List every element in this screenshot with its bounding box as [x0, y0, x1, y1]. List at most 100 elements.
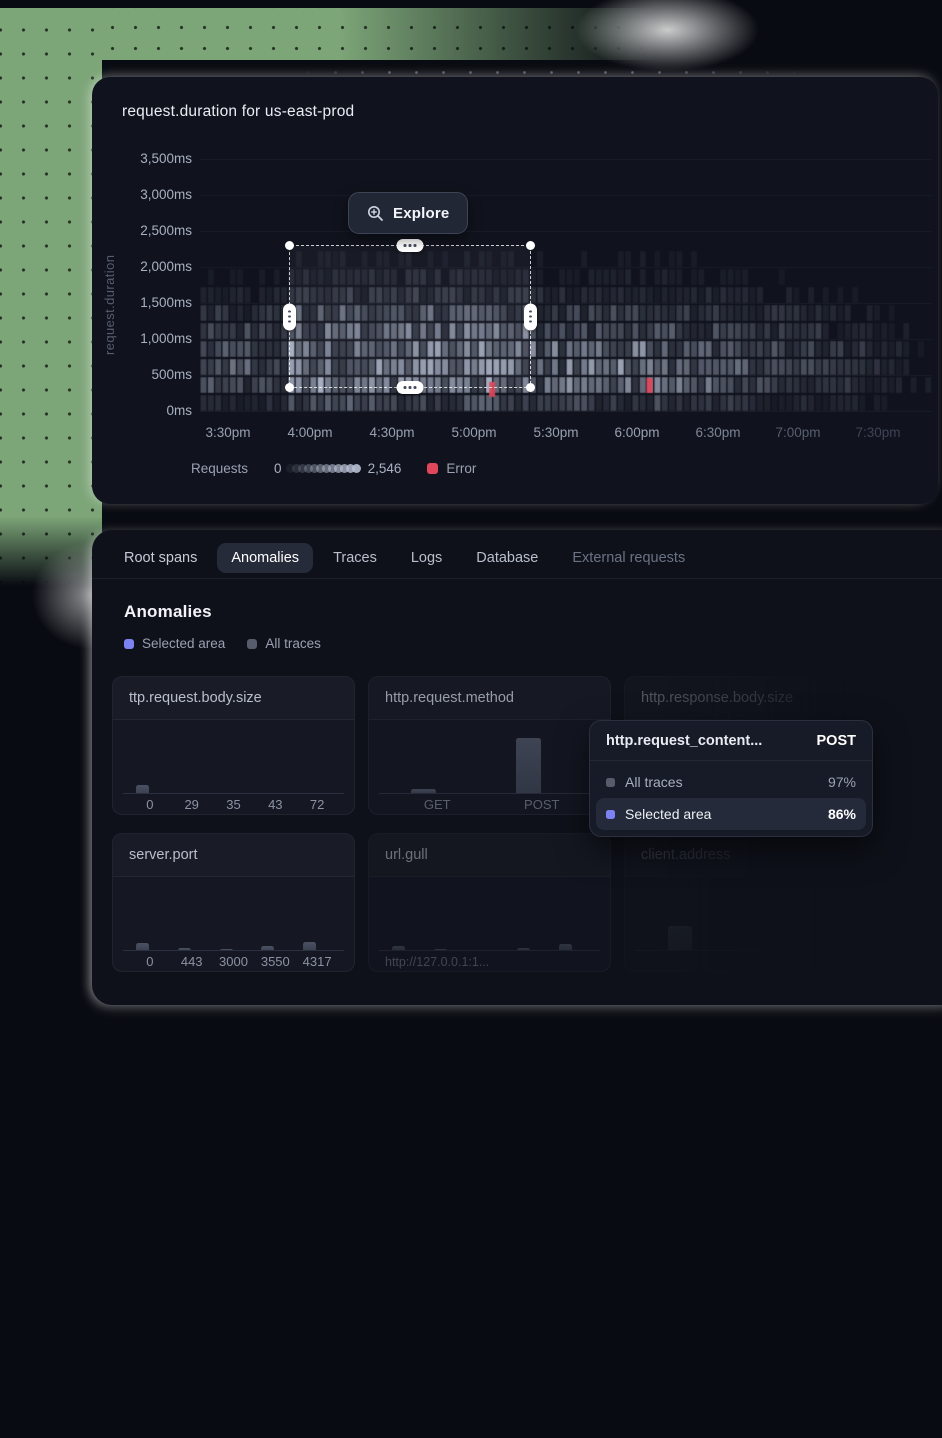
selection-rectangle[interactable] [289, 245, 531, 388]
chart-baseline [379, 793, 600, 794]
selection-handle-bottom-right[interactable] [526, 383, 535, 392]
x-tick: 5:30pm [533, 425, 578, 440]
tooltip-value: POST [817, 733, 856, 749]
y-axis-ticks: 3,500ms 3,000ms 2,500ms 2,000ms 1,500ms … [116, 77, 192, 504]
anomaly-card-url-full[interactable]: url.gull http://127.0.0.1:1... [368, 833, 611, 972]
x-tick: 4:00pm [287, 425, 332, 440]
selected-area-swatch [606, 810, 615, 819]
card-title: client.address [625, 834, 866, 877]
selection-handle-left[interactable] [283, 303, 296, 330]
tab-external-requests[interactable]: External requests [558, 543, 699, 573]
anomalies-heading: Anomalies [124, 602, 212, 622]
deco-grain-blob-top [575, 0, 760, 72]
scale-min: 0 [274, 461, 282, 476]
selection-handle-top-right[interactable] [526, 241, 535, 250]
x-tick: 3:30pm [205, 425, 250, 440]
bar-chart [385, 885, 594, 951]
selection-handle-top-left[interactable] [285, 241, 294, 250]
zoom-in-icon [367, 205, 384, 222]
chart-x-labels: 0443300035504317 [129, 954, 338, 970]
explore-button[interactable]: Explore [348, 192, 468, 234]
y-tick: 1,500ms [140, 295, 192, 310]
y-tick: 500ms [151, 367, 192, 382]
tab-bar: Root spans Anomalies Traces Logs Databas… [110, 538, 699, 578]
tab-root-spans[interactable]: Root spans [110, 543, 211, 573]
heatmap-legend: Requests 0 2,546 Error [191, 461, 476, 476]
y-tick: 2,000ms [140, 259, 192, 274]
chart-baseline [635, 950, 856, 951]
legend-label: Selected area [142, 636, 225, 651]
tooltip-row-label: Selected area [625, 806, 828, 822]
duration-chart-panel: request.duration for us-east-prod reques… [92, 77, 938, 504]
tooltip-row-selected-area: Selected area 86% [596, 798, 866, 830]
tab-traces[interactable]: Traces [319, 543, 391, 573]
card-title: server.port [113, 834, 354, 877]
x-label: 443 [181, 954, 203, 969]
y-tick: 3,000ms [140, 187, 192, 202]
x-tick: 7:00pm [775, 425, 820, 440]
y-tick: 0ms [166, 403, 192, 418]
bar-chart [641, 885, 850, 951]
chart-baseline [379, 950, 600, 951]
x-label: 3000 [219, 954, 248, 969]
x-label: POST [524, 797, 559, 812]
error-swatch [427, 463, 438, 474]
density-scale [289, 464, 361, 473]
requests-label: Requests [191, 461, 248, 476]
legend-all-traces[interactable]: All traces [247, 636, 321, 651]
tab-logs[interactable]: Logs [397, 543, 456, 573]
x-label: 0 [146, 797, 153, 812]
chart-x-labels: 029354372 [129, 797, 338, 813]
selection-handle-bottom[interactable] [397, 381, 424, 394]
tooltip-row-all-traces: All traces 97% [596, 766, 866, 798]
tooltip-title: http.request_content... [606, 733, 762, 749]
anomaly-card-request-method[interactable]: http.request.method GET POST [368, 676, 611, 815]
anomalies-legend: Selected area All traces [124, 636, 321, 651]
legend-label: All traces [265, 636, 321, 651]
tooltip-row-value: 86% [828, 806, 856, 822]
chart-x-labels: GET POST [385, 797, 594, 813]
tooltip-row-value: 97% [828, 774, 856, 790]
card-title: http.request.method [369, 677, 610, 720]
legend-selected-area[interactable]: Selected area [124, 636, 225, 651]
x-label: 3550 [261, 954, 290, 969]
x-label: 0 [146, 954, 153, 969]
x-label: 72 [310, 797, 324, 812]
all-traces-swatch [606, 778, 615, 787]
anomaly-card-client-address[interactable]: client.address [624, 833, 867, 972]
card-title: url.gull [369, 834, 610, 877]
card-title: http.response.body.size [625, 677, 866, 720]
selection-handle-bottom-left[interactable] [285, 383, 294, 392]
anomaly-card-server-port[interactable]: server.port 0443300035504317 [112, 833, 355, 972]
selected-area-swatch [124, 639, 134, 649]
x-label: 29 [184, 797, 198, 812]
x-axis-ticks: 3:30pm 4:00pm 4:30pm 5:00pm 5:30pm 6:00p… [200, 425, 932, 443]
y-tick: 2,500ms [140, 223, 192, 238]
all-traces-swatch [247, 639, 257, 649]
x-tick: 5:00pm [451, 425, 496, 440]
anomaly-card-request-body-size[interactable]: ttp.request.body.size 029354372 [112, 676, 355, 815]
y-axis-title: request.duration [102, 205, 117, 355]
bar-chart [129, 728, 338, 794]
chart-baseline [123, 793, 344, 794]
card-title: ttp.request.body.size [113, 677, 354, 720]
scale-max: 2,546 [368, 461, 402, 476]
selection-handle-right[interactable] [524, 303, 537, 330]
x-tick: 7:30pm [855, 425, 900, 440]
bar-chart [385, 728, 594, 794]
selection-handle-top[interactable] [397, 239, 424, 252]
tab-database[interactable]: Database [462, 543, 552, 573]
bar-all-traces [516, 738, 541, 794]
x-label: 35 [226, 797, 240, 812]
y-tick: 1,000ms [140, 331, 192, 346]
x-tick: 4:30pm [369, 425, 414, 440]
x-label: GET [424, 797, 451, 812]
bar-all-traces [668, 926, 692, 951]
tooltip-row-label: All traces [625, 774, 828, 790]
error-label: Error [446, 461, 476, 476]
x-tick: 6:00pm [614, 425, 659, 440]
tab-anomalies[interactable]: Anomalies [217, 543, 313, 573]
chart-baseline [123, 950, 344, 951]
tab-divider [92, 578, 942, 579]
chart-x-caption: http://127.0.0.1:1... [385, 955, 489, 969]
